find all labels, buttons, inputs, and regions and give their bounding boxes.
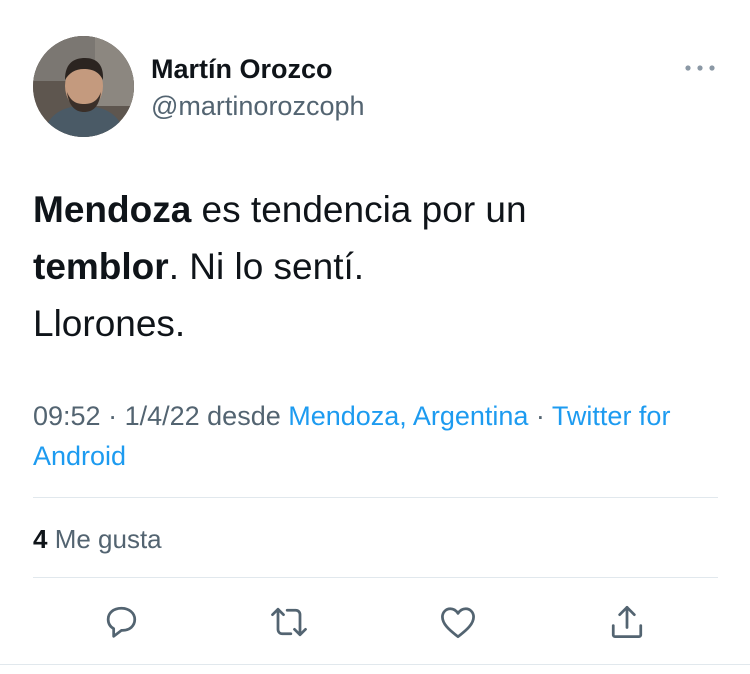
divider [33,497,718,498]
meta-from-label: desde [199,401,289,431]
likes-count: 4 [33,524,48,554]
tweet-line-3: Llorones. [33,303,186,344]
like-button[interactable] [436,600,480,644]
tweet-text-segment: es tendencia por un [191,189,527,230]
tweet-date[interactable]: 1/4/22 [125,401,200,431]
divider [0,664,750,665]
share-icon [611,605,643,639]
meta-separator: · [528,401,552,431]
tweet-text: Mendoza es tendencia por un temblor. Ni … [33,181,713,352]
tweet-text-segment: . Ni lo sentí. [168,246,365,287]
avatar[interactable] [33,36,134,137]
retweet-button[interactable] [267,600,311,644]
meta-separator: · [100,401,125,431]
reply-button[interactable] [99,600,143,644]
reply-icon [106,606,137,638]
tweet-metadata: 09:52 · 1/4/22 desde Mendoza, Argentina … [33,396,723,476]
location-link[interactable]: Mendoza, Argentina [288,401,528,431]
retweet-icon [271,607,307,637]
tweet-line-2: temblor. Ni lo sentí. [33,238,713,295]
avatar-photo [33,36,134,137]
more-horizontal-icon [685,65,715,71]
likes-label: Me gusta [47,524,162,554]
tweet-line-1: Mendoza es tendencia por un [33,181,713,238]
heart-icon [441,607,475,639]
tweet-time[interactable]: 09:52 [33,401,101,431]
author-handle[interactable]: @martinorozcoph [151,90,365,122]
likes-stat[interactable]: 4 Me gusta [33,521,162,557]
tweet-bold-word: temblor [33,246,169,287]
divider [33,577,718,578]
share-button[interactable] [605,600,649,644]
more-options-button[interactable] [682,57,718,79]
author-name[interactable]: Martín Orozco [151,53,333,85]
tweet-bold-word: Mendoza [33,189,192,230]
